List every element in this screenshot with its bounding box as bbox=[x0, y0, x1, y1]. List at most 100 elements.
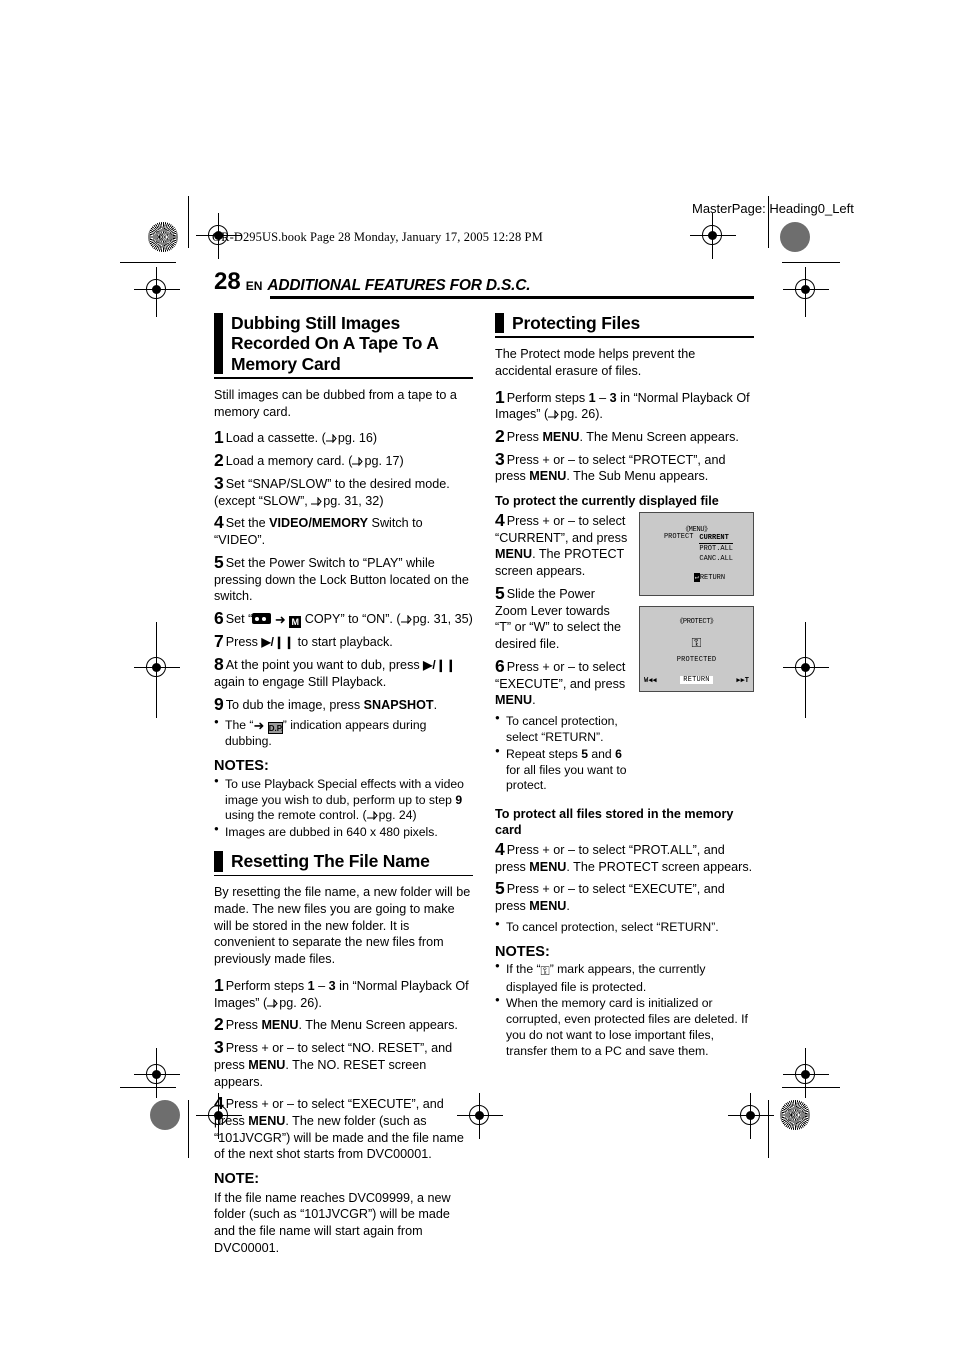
step-text-a: Perform steps bbox=[225, 978, 308, 993]
step-4: 4 Press + or – to select “EXECUTE”, and p… bbox=[214, 1095, 473, 1163]
lcd-protect-controls: W◀◀ RETURN ▶▶T bbox=[644, 676, 749, 685]
registration-dot bbox=[708, 231, 717, 240]
lcd-screen-menu: 《MENU》 PROTECT CURRENT PROT.ALL CANC.ALL… bbox=[639, 511, 754, 596]
step-number: 4 bbox=[495, 509, 505, 530]
page-body: 28 EN ADDITIONAL FEATURES FOR D.S.C. Dub… bbox=[214, 270, 754, 1266]
step-tail: ) bbox=[379, 493, 384, 508]
step-8: 8 At the point you want to dub, press ▶/❙… bbox=[214, 655, 473, 691]
note-tail: ) bbox=[412, 808, 417, 823]
section-bar bbox=[495, 313, 504, 334]
step-number: 2 bbox=[214, 1014, 224, 1035]
section-rule bbox=[214, 874, 473, 877]
list-item: Images are dubbed in 640 x 480 pixels. bbox=[214, 824, 473, 841]
trim-line-right-lower-v bbox=[805, 1048, 807, 1078]
step-text-a: Press bbox=[225, 1018, 262, 1033]
subheading-protect-all: To protect all files stored in the memor… bbox=[495, 807, 734, 838]
step-text-a: To dub the image, press bbox=[225, 697, 364, 712]
step-number: 3 bbox=[495, 448, 505, 469]
lcd-option-canc-all[interactable]: CANC.ALL bbox=[699, 554, 733, 564]
bullet-pre: The “ bbox=[225, 718, 254, 733]
section-protecting-files: Protecting Files bbox=[495, 313, 754, 334]
step-reference: 9 bbox=[455, 792, 463, 807]
protect-all-bullets: To cancel protection, select “RETURN”. bbox=[495, 919, 754, 936]
control-name: SNAPSHOT bbox=[363, 697, 434, 712]
bullet-text-b: for all files you want to protect. bbox=[506, 762, 627, 793]
step-7: 7 Press ▶/❙❙ to start playback. bbox=[214, 632, 473, 651]
rosette-mark-bottom-right bbox=[780, 1100, 810, 1130]
page-ref: pg. 26 bbox=[560, 407, 596, 422]
bullet-text-a: Repeat steps bbox=[506, 746, 582, 761]
step-number: 4 bbox=[214, 1093, 224, 1114]
step-text-a: Perform steps bbox=[506, 390, 589, 405]
step-number: 1 bbox=[495, 386, 505, 407]
step-number: 6 bbox=[495, 655, 505, 676]
lcd-option-current[interactable]: CURRENT bbox=[699, 533, 733, 545]
section-resetting-file-name: Resetting The File Name bbox=[214, 851, 473, 872]
page-ref-icon bbox=[352, 457, 364, 467]
step-tail: ). bbox=[595, 407, 603, 422]
rosette-mark-top-left bbox=[148, 222, 178, 252]
step-4-all: 4 Press + or – to select “PROT.ALL”, and … bbox=[495, 840, 754, 875]
steps-with-lcd-figures: 4 Press + or – to select “CURRENT”, and p… bbox=[495, 509, 754, 798]
lcd-return-label: RETURN bbox=[699, 573, 726, 582]
lcd-option-prot-all[interactable]: PROT.ALL bbox=[699, 544, 733, 554]
step-reference-end: 3 bbox=[609, 390, 617, 405]
section-dubbing-still-images: Dubbing Still Images Recorded On A Tape … bbox=[214, 313, 473, 375]
lcd-figures-block: 《MENU》 PROTECT CURRENT PROT.ALL CANC.ALL… bbox=[639, 511, 754, 702]
notes-list: If the “⚿” mark appears, the currently d… bbox=[495, 961, 754, 1060]
step-tail: ) bbox=[468, 612, 473, 627]
two-column-layout: Dubbing Still Images Recorded On A Tape … bbox=[214, 313, 754, 1266]
step-text-a: At the point you want to dub, press bbox=[225, 658, 424, 673]
step-3: 3 Press + or – to select “PROTECT”, and p… bbox=[495, 448, 754, 485]
section-intro: By resetting the file name, a new folder… bbox=[214, 885, 471, 967]
zoom-wide-control[interactable]: W◀◀ bbox=[644, 676, 657, 685]
page-ref-icon bbox=[267, 998, 278, 1008]
section-intro: Still images can be dubbed from a tape t… bbox=[214, 388, 457, 419]
step-number: 3 bbox=[214, 472, 224, 493]
step-5: 5 Slide the Power Zoom Lever towards “T” … bbox=[495, 584, 629, 653]
step-number: 2 bbox=[495, 426, 505, 446]
list-item: To cancel protection, select “RETURN”. bbox=[495, 713, 629, 746]
trim-line-top-left-v bbox=[188, 196, 190, 248]
step-5: 5 Set the Power Switch to “PLAY” while pr… bbox=[214, 551, 473, 605]
lcd-menu-options: CURRENT PROT.ALL CANC.ALL bbox=[699, 533, 733, 564]
lcd-menu-label: PROTECT bbox=[663, 532, 694, 541]
step-text-b: again to engage Still Playback. bbox=[214, 674, 387, 689]
lcd-return-button[interactable]: RETURN bbox=[680, 676, 713, 685]
section-rule bbox=[495, 336, 754, 339]
step-3: 3 Set “SNAP/SLOW” to the desired mode. (e… bbox=[214, 472, 473, 509]
key-lock-icon: ⚿ bbox=[691, 635, 702, 651]
notes-heading: NOTES: bbox=[214, 758, 269, 775]
arrow-right-icon: ➜ bbox=[274, 612, 286, 628]
zoom-tele-control[interactable]: ▶▶T bbox=[736, 676, 749, 685]
page-ref: pg. 17 bbox=[364, 454, 400, 469]
step-number: 9 bbox=[214, 693, 224, 714]
step-number: 2 bbox=[214, 450, 224, 471]
page-ref: pg. 24 bbox=[378, 808, 413, 823]
step-1: 1 Perform steps 1 – 3 in “Normal Playback… bbox=[214, 976, 473, 1011]
step-text-b: . bbox=[433, 697, 438, 712]
step-text-a: Press + or – to select “CURRENT”, and pr… bbox=[495, 513, 628, 545]
page-ref: pg. 26 bbox=[279, 995, 315, 1010]
step-number: 5 bbox=[214, 551, 224, 572]
dpof-indication-icon: D.P. bbox=[267, 722, 284, 735]
step-number: 4 bbox=[214, 512, 224, 533]
control-name: MENU bbox=[529, 898, 567, 913]
page-ref-icon bbox=[325, 434, 337, 444]
control-name: VIDEO/MEMORY bbox=[269, 516, 369, 531]
list-item: If the “⚿” mark appears, the currently d… bbox=[495, 961, 754, 995]
trim-line-bottom-right-v bbox=[768, 1100, 770, 1158]
protect-current-bullets: To cancel protection, select “RETURN”. R… bbox=[495, 713, 629, 794]
page-language-code: EN bbox=[245, 279, 263, 293]
subheading-protect-current: To protect the currently displayed file bbox=[495, 494, 719, 509]
note-text-b: using the remote control. ( bbox=[225, 808, 367, 823]
step-text-a: Press bbox=[225, 635, 262, 650]
gray-dot-top-right bbox=[780, 222, 810, 252]
step-text-b: . The Menu Screen appears. bbox=[579, 430, 739, 444]
left-column: Dubbing Still Images Recorded On A Tape … bbox=[214, 313, 473, 1266]
step-text-b: COPY” to “ON”. ( bbox=[301, 612, 401, 627]
lcd-return-row[interactable]: ↵ RETURN bbox=[640, 573, 753, 583]
note-text: If the file name reaches DVC09999, a new… bbox=[214, 1190, 451, 1255]
step-tail: ). bbox=[314, 995, 322, 1010]
trim-line-right-upper-v bbox=[805, 267, 807, 317]
